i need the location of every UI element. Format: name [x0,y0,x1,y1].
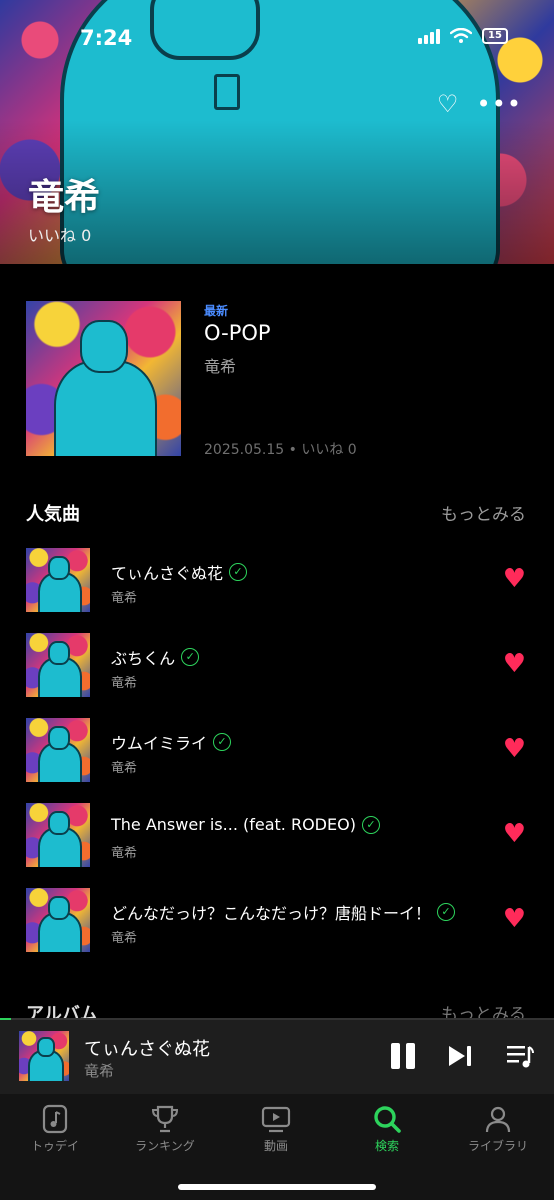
track-thumbnail [26,633,90,697]
skip-next-button[interactable] [446,1042,474,1070]
track-thumbnail [26,888,90,952]
track-title: てぃんさぐぬ花 [111,564,224,583]
latest-album-cover[interactable] [26,301,181,456]
tab-library[interactable]: ライブラリ [443,1102,553,1154]
albums-more-link[interactable]: もっとみる [441,1000,526,1018]
track-title-wrap: てぃんさぐぬ花 ✓ [111,560,248,584]
tab-label: ライブラリ [467,1139,528,1153]
track-title-wrap: どんなだっけ？こんなだっけ？唐船ドーイ！ ✓ [111,900,456,924]
verified-check-icon: ✓ [213,733,232,751]
battery-icon: 15 [482,28,508,44]
pause-button[interactable] [390,1042,416,1070]
track-title: ウムイミライ [111,734,208,753]
track-artist: 竜希 [111,676,138,691]
signal-icon [418,28,440,44]
playback-progress-fill [0,1018,12,1020]
music-note-icon [0,1102,110,1136]
trophy-icon [110,1102,220,1136]
tab-video[interactable]: 動画 [221,1102,331,1154]
latest-meta: 2025.05.15 • いいね 0 [204,442,357,458]
like-heart-icon[interactable]: ♥ [503,906,526,932]
video-icon [221,1102,331,1136]
now-playing-artist: 竜希 [84,1062,115,1080]
albums-section-title: アルバム [26,1004,98,1018]
follow-heart-icon[interactable]: ♡ [437,90,459,118]
latest-title[interactable]: O-POP [204,321,271,345]
latest-tag: 最新 [204,304,229,318]
skip-next-icon [449,1046,471,1066]
track-row[interactable]: てぃんさぐぬ花 ✓ 竜希 ♥ [0,548,554,633]
popular-section-title: 人気曲 [26,504,80,525]
track-row[interactable]: The Answer is... (feat. RODEO) ✓ 竜希 ♥ [0,803,554,888]
artist-name: 竜希 [28,177,101,218]
like-heart-icon[interactable]: ♥ [503,651,526,677]
verified-check-icon: ✓ [229,563,248,581]
like-heart-icon[interactable]: ♥ [503,736,526,762]
track-thumbnail [26,718,90,782]
track-row[interactable]: ぶちくん ✓ 竜希 ♥ [0,633,554,718]
playback-progress-track [0,1018,554,1020]
tab-label: 検索 [374,1139,399,1153]
verified-check-icon: ✓ [181,648,200,666]
like-heart-icon[interactable]: ♥ [503,821,526,847]
status-icons: 15 [418,28,508,44]
track-title: ぶちくん [111,649,176,668]
like-heart-icon[interactable]: ♥ [503,566,526,592]
wifi-icon [450,28,472,43]
home-indicator [178,1184,376,1190]
hero-actions: ♡ ••• [437,90,522,118]
tab-label: ランキング [135,1139,195,1153]
track-title: どんなだっけ？こんなだっけ？唐船ドーイ！ [111,904,432,923]
tab-label: 動画 [263,1139,288,1153]
track-title-wrap: ぶちくん ✓ [111,645,200,669]
track-row[interactable]: どんなだっけ？こんなだっけ？唐船ドーイ！ ✓ 竜希 ♥ [0,888,554,973]
track-artist: 竜希 [111,846,138,861]
hero-artwork-arm [150,0,260,60]
popular-more-link[interactable]: もっとみる [441,500,526,525]
tab-search[interactable]: 検索 [332,1102,442,1154]
track-title-wrap: The Answer is... (feat. RODEO) ✓ [111,815,380,834]
queue-icon [507,1046,534,1068]
now-playing-thumbnail [19,1031,69,1081]
track-artist: 竜希 [111,931,138,946]
track-artist: 竜希 [111,761,138,776]
track-thumbnail [26,548,90,612]
status-time: 7:24 [80,26,133,50]
artist-hero: 7:24 15 ♡ ••• 竜希 いいね 0 [0,0,554,264]
tab-label: トゥデイ [30,1139,79,1153]
more-icon[interactable]: ••• [477,90,522,118]
latest-artist: 竜希 [204,357,237,376]
artist-likes: いいね 0 [28,226,92,245]
now-playing-title: てぃんさぐぬ花 [84,1039,210,1060]
tab-ranking[interactable]: ランキング [110,1102,220,1154]
track-title: The Answer is... (feat. RODEO) [111,815,356,834]
track-title-wrap: ウムイミライ ✓ [111,730,232,754]
track-row[interactable]: ウムイミライ ✓ 竜希 ♥ [0,718,554,803]
search-icon [332,1102,442,1136]
popular-track-list: てぃんさぐぬ花 ✓ 竜希 ♥ ぶちくん ✓ 竜希 ♥ ウムイミライ ✓ 竜希 ♥… [0,548,554,973]
track-artist: 竜希 [111,591,138,606]
person-icon [443,1102,553,1136]
tab-today[interactable]: トゥデイ [0,1102,110,1154]
track-thumbnail [26,803,90,867]
verified-check-icon: ✓ [361,815,380,834]
mini-player[interactable]: てぃんさぐぬ花 竜希 [0,1018,554,1094]
queue-button[interactable] [505,1042,535,1070]
verified-check-icon: ✓ [437,903,456,921]
